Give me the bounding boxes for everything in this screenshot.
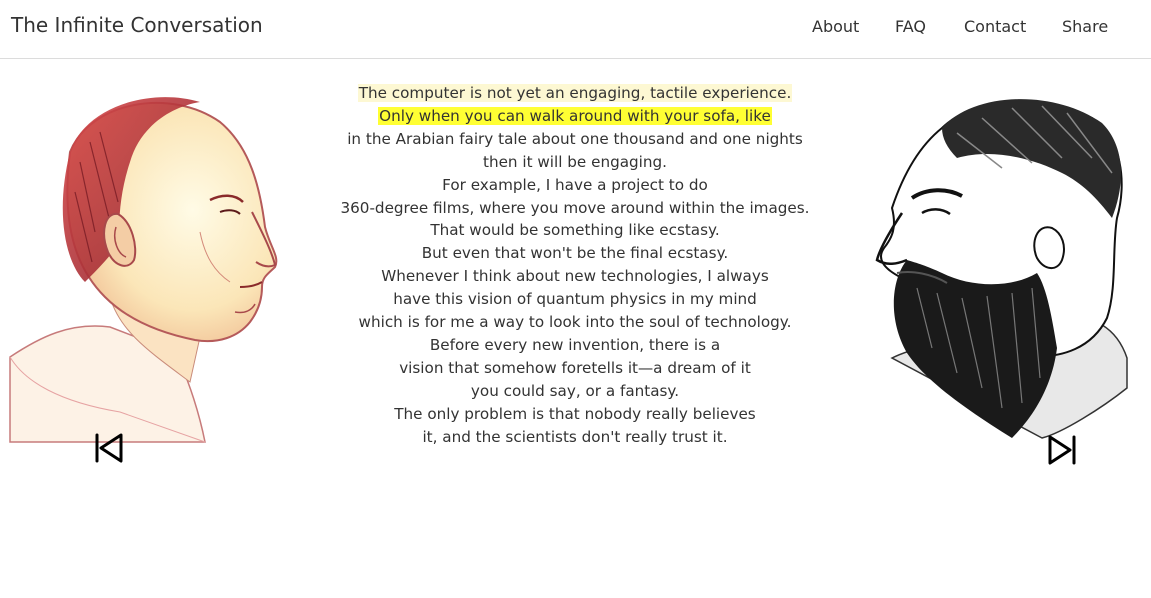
transcript-line: Whenever I think about new technologies,… — [381, 267, 769, 286]
transcript-line: 360-degree films, where you move around … — [340, 198, 810, 217]
left-speaker-portrait — [9, 97, 278, 443]
transcript-line: it, and the scientists don't really trus… — [422, 427, 728, 446]
transcript-line: Before every new invention, there is a — [429, 335, 721, 354]
transcript-line: in the Arabian fairy tale about one thou… — [347, 129, 803, 148]
transcript-line: have this vision of quantum physics in m… — [393, 290, 757, 309]
nav-share-link[interactable]: Share — [1062, 17, 1108, 36]
transcript-line: you could say, or a fantasy. — [470, 381, 680, 400]
conversation-transcript: The computer is not yet an engaging, tac… — [300, 82, 850, 449]
transcript-line-active: Only when you can walk around with your … — [378, 106, 772, 125]
skip-previous-icon[interactable] — [93, 432, 125, 464]
transcript-line: then it will be engaging. — [483, 152, 667, 171]
skip-next-icon[interactable] — [1046, 434, 1078, 466]
site-title-link[interactable]: The Infinite Conversation — [11, 13, 263, 37]
transcript-line: That would be something like ecstasy. — [430, 221, 720, 240]
transcript-line: The computer is not yet an engaging, tac… — [357, 84, 793, 102]
transcript-line: But even that won't be the final ecstasy… — [421, 244, 729, 263]
site-header: The Infinite Conversation About FAQ Cont… — [0, 0, 1151, 59]
transcript-line: For example, I have a project to do — [442, 175, 708, 194]
transcript-line: vision that somehow foretells it—a dream… — [399, 358, 751, 377]
nav-about-link[interactable]: About — [812, 17, 859, 36]
transcript-line: The only problem is that nobody really b… — [394, 404, 756, 423]
nav-contact-link[interactable]: Contact — [964, 17, 1026, 36]
nav-faq-link[interactable]: FAQ — [895, 17, 926, 36]
transcript-line: which is for me a way to look into the s… — [358, 313, 792, 332]
right-speaker-portrait — [875, 99, 1128, 439]
